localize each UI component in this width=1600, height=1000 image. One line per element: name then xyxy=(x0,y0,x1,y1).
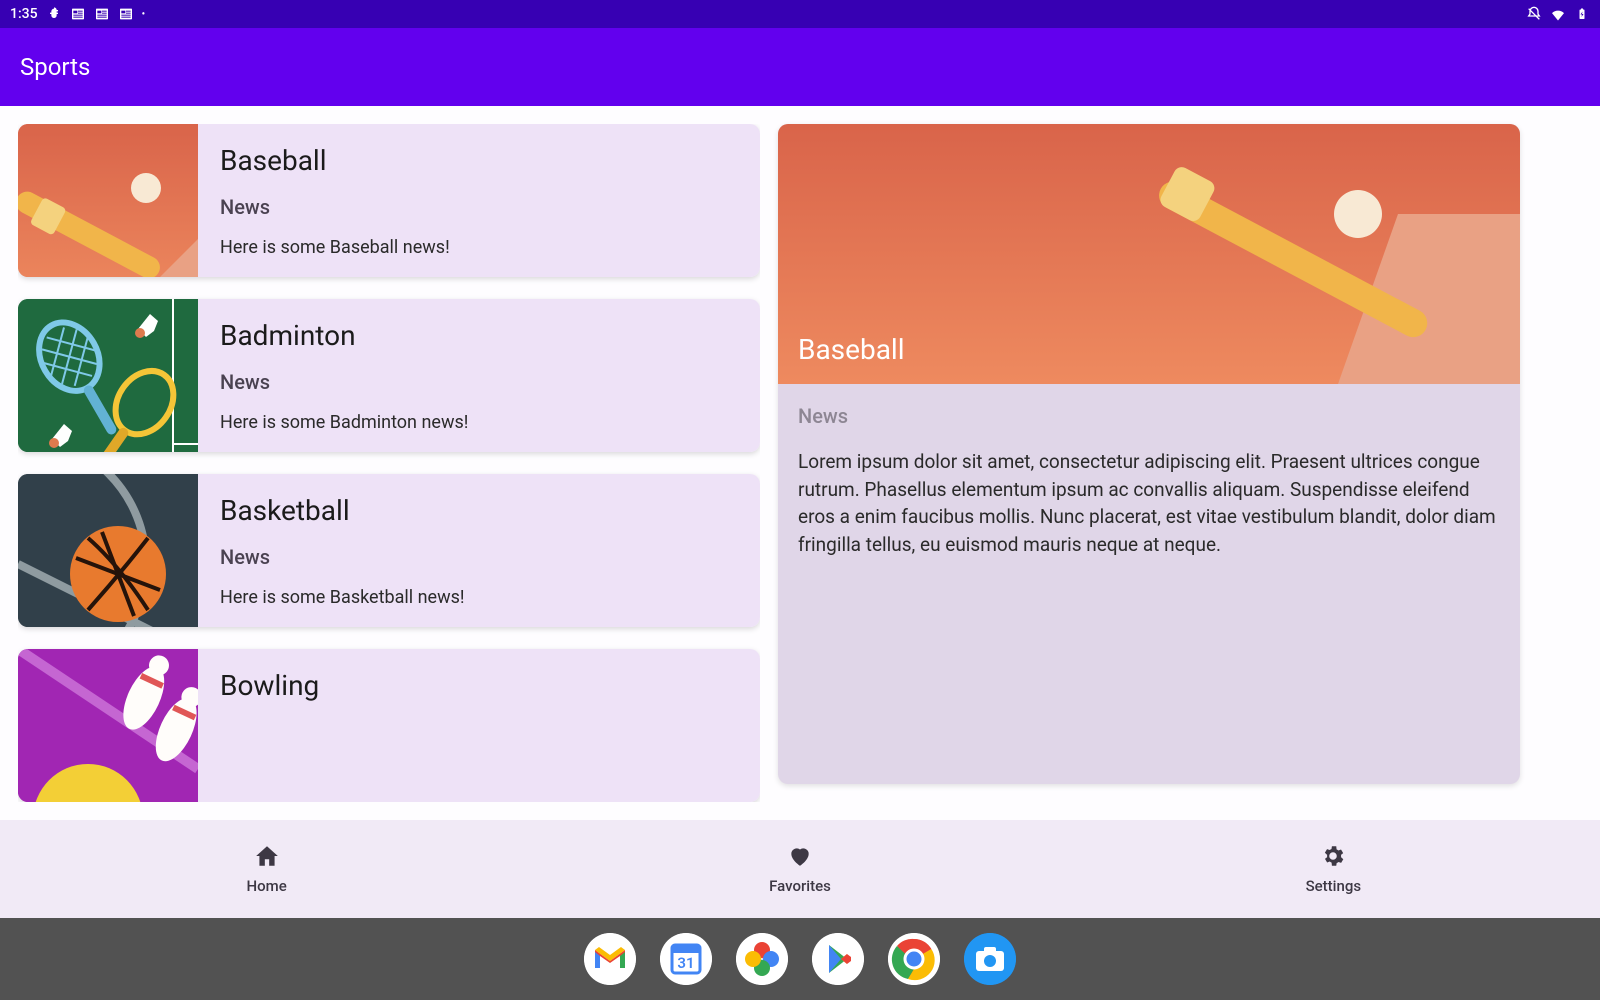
card-title: Basketball xyxy=(220,494,738,527)
gmail-icon[interactable] xyxy=(584,933,636,985)
nav-label: Settings xyxy=(1306,877,1362,895)
battery-icon xyxy=(1574,6,1590,22)
card-title: Baseball xyxy=(220,144,738,177)
system-dock: 31 xyxy=(0,918,1600,1000)
svg-text:31: 31 xyxy=(677,954,694,972)
content-area: Baseball News Here is some Baseball news… xyxy=(0,106,1600,820)
detail-body: News Lorem ipsum dolor sit amet, consect… xyxy=(778,384,1520,578)
basketball-thumbnail xyxy=(18,474,198,627)
detail-text: Lorem ipsum dolor sit amet, consectetur … xyxy=(798,448,1500,558)
mute-icon xyxy=(1526,6,1542,22)
card-title: Bowling xyxy=(220,669,738,702)
detail-pane: Baseball News Lorem ipsum dolor sit amet… xyxy=(778,124,1520,784)
card-snippet: Here is some Badminton news! xyxy=(220,412,738,433)
debug-icon xyxy=(46,6,62,22)
card-subtitle: News xyxy=(220,370,738,394)
status-bar: 1:35 • xyxy=(0,0,1600,28)
nav-label: Home xyxy=(247,877,287,895)
sport-list[interactable]: Baseball News Here is some Baseball news… xyxy=(18,124,760,802)
news-icon xyxy=(118,6,134,22)
card-title: Badminton xyxy=(220,319,738,352)
status-time: 1:35 xyxy=(10,6,38,22)
app-bar: Sports xyxy=(0,28,1600,106)
sport-card-badminton[interactable]: Badminton News Here is some Badminton ne… xyxy=(18,299,760,452)
photos-icon[interactable] xyxy=(736,933,788,985)
sport-card-basketball[interactable]: Basketball News Here is some Basketball … xyxy=(18,474,760,627)
chrome-icon[interactable] xyxy=(888,933,940,985)
nav-home[interactable]: Home xyxy=(0,820,533,918)
status-right xyxy=(1526,6,1590,22)
sport-card-baseball[interactable]: Baseball News Here is some Baseball news… xyxy=(18,124,760,277)
detail-title: Baseball xyxy=(798,333,905,366)
bottom-nav: Home Favorites Settings xyxy=(0,820,1600,918)
camera-icon[interactable] xyxy=(964,933,1016,985)
sport-card-bowling[interactable]: Bowling xyxy=(18,649,760,802)
card-subtitle: News xyxy=(220,545,738,569)
play-store-icon[interactable] xyxy=(812,933,864,985)
nav-label: Favorites xyxy=(769,877,831,895)
card-snippet: Here is some Basketball news! xyxy=(220,587,738,608)
wifi-icon xyxy=(1550,6,1566,22)
gear-icon xyxy=(1320,843,1346,869)
card-subtitle: News xyxy=(220,195,738,219)
nav-favorites[interactable]: Favorites xyxy=(533,820,1066,918)
nav-settings[interactable]: Settings xyxy=(1067,820,1600,918)
card-snippet: Here is some Baseball news! xyxy=(220,237,738,258)
detail-hero: Baseball xyxy=(778,124,1520,384)
card-body: Bowling xyxy=(198,649,760,802)
baseball-thumbnail xyxy=(18,124,198,277)
news-icon xyxy=(94,6,110,22)
status-left: 1:35 • xyxy=(10,6,145,22)
card-body: Baseball News Here is some Baseball news… xyxy=(198,124,760,277)
calendar-icon[interactable]: 31 xyxy=(660,933,712,985)
app-title: Sports xyxy=(20,53,90,81)
heart-icon xyxy=(787,843,813,869)
bowling-thumbnail xyxy=(18,649,198,802)
news-icon xyxy=(70,6,86,22)
overflow-dot-icon: • xyxy=(142,9,146,20)
card-body: Badminton News Here is some Badminton ne… xyxy=(198,299,760,452)
detail-subtitle: News xyxy=(798,404,1500,428)
badminton-thumbnail xyxy=(18,299,198,452)
home-icon xyxy=(254,843,280,869)
card-body: Basketball News Here is some Basketball … xyxy=(198,474,760,627)
